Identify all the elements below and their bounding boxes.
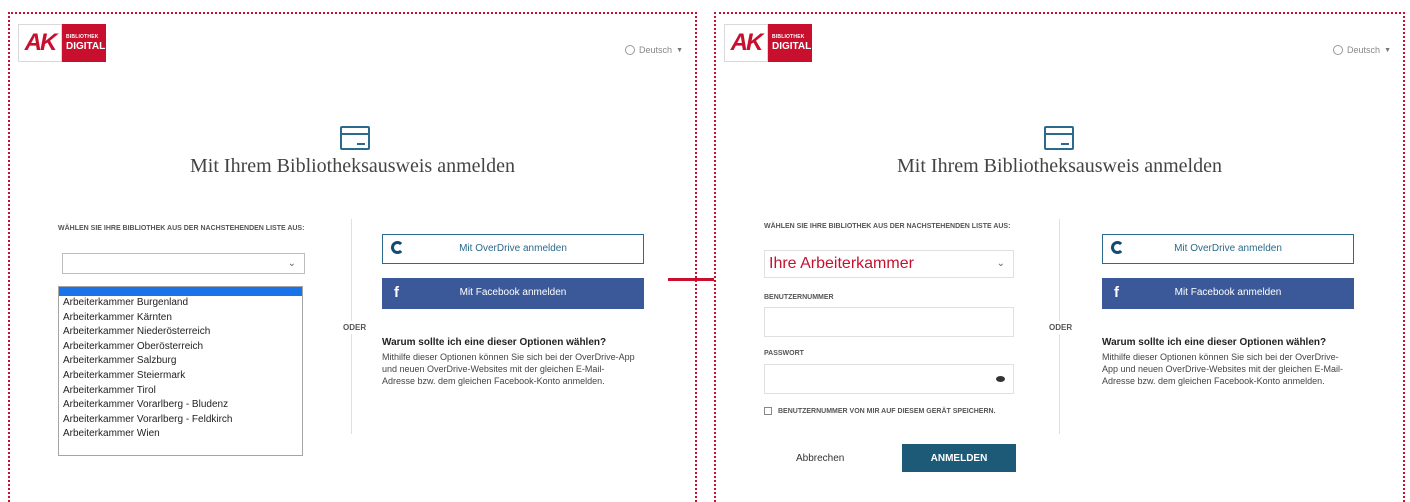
library-option[interactable]: Arbeiterkammer Steiermark — [59, 369, 302, 384]
logo-small-text: BIBLIOTHEK — [66, 34, 99, 40]
or-label: ODER — [1049, 321, 1073, 334]
library-option[interactable]: Arbeiterkammer Burgenland — [59, 296, 302, 311]
library-options: Arbeiterkammer Burgenland Arbeiterkammer … — [59, 296, 302, 442]
or-label: ODER — [343, 321, 367, 334]
why-options-text: Mithilfe dieser Optionen können Sie sich… — [382, 352, 635, 386]
chevron-down-icon: ▼ — [676, 46, 683, 54]
library-option[interactable]: Arbeiterkammer Niederösterreich — [59, 325, 302, 340]
ak-logo-text: AK — [24, 29, 58, 56]
user-number-label: BENUTZERNUMMER — [764, 294, 834, 301]
overdrive-login-button[interactable]: Mit OverDrive anmelden — [1102, 234, 1354, 264]
ak-logo-mark: AK — [18, 24, 62, 62]
overdrive-login-label: Mit OverDrive anmelden — [459, 243, 567, 254]
remember-label: BENUTZERNUMMER VON MIR AUF DIESEM GERÄT … — [778, 408, 996, 415]
chevron-down-icon: ⌄ — [996, 257, 1005, 269]
bibliothek-digital-logo: BIBLIOTHEK DIGITAL — [768, 24, 812, 62]
library-option[interactable]: Arbeiterkammer Wien — [59, 427, 302, 442]
page-title: Mit Ihrem Bibliotheksausweis anmelden — [190, 155, 515, 177]
screen-right-login-form: AK BIBLIOTHEK DIGITAL Deutsch ▼ Mit Ihre… — [714, 12, 1405, 502]
language-label: Deutsch — [639, 45, 673, 55]
library-card-icon — [1044, 126, 1074, 150]
ak-logo[interactable]: AK BIBLIOTHEK DIGITAL — [724, 24, 812, 62]
globe-icon — [625, 45, 636, 55]
why-options-heading: Warum sollte ich eine dieser Optionen wä… — [1102, 337, 1327, 348]
library-select-value: Ihre Arbeiterkammer — [769, 255, 914, 272]
user-number-input[interactable] — [764, 307, 1014, 337]
overdrive-login-button[interactable]: Mit OverDrive anmelden — [382, 234, 644, 264]
dropdown-highlighted-option[interactable] — [59, 287, 302, 296]
library-select[interactable]: Ihre Arbeiterkammer ⌄ — [764, 250, 1014, 278]
language-selector[interactable]: Deutsch ▼ — [625, 45, 683, 55]
library-select[interactable]: ⌄ — [62, 253, 305, 274]
facebook-login-button[interactable]: f Mit Facebook anmelden — [382, 278, 644, 309]
chevron-down-icon: ▼ — [1384, 46, 1391, 54]
screen-left-dropdown-open: AK BIBLIOTHEK DIGITAL Deutsch ▼ Mit Ihre… — [8, 12, 697, 502]
ak-logo[interactable]: AK BIBLIOTHEK DIGITAL — [18, 24, 106, 62]
password-label: PASSWORT — [764, 350, 804, 357]
library-option[interactable]: Arbeiterkammer Vorarlberg - Feldkirch — [59, 413, 302, 428]
library-dropdown-list: Arbeiterkammer Burgenland Arbeiterkammer … — [58, 286, 303, 456]
why-options-text: Mithilfe dieser Optionen können Sie sich… — [1102, 352, 1343, 386]
cancel-button[interactable]: Abbrechen — [796, 453, 844, 464]
library-option[interactable]: Arbeiterkammer Kärnten — [59, 311, 302, 326]
remember-checkbox[interactable] — [764, 407, 772, 415]
ak-logo-text: AK — [730, 29, 764, 56]
globe-icon — [1333, 45, 1344, 55]
logo-small-text: BIBLIOTHEK — [772, 34, 805, 40]
facebook-login-label: Mit Facebook anmelden — [459, 287, 567, 298]
facebook-login-button[interactable]: f Mit Facebook anmelden — [1102, 278, 1354, 309]
bibliothek-digital-logo: BIBLIOTHEK DIGITAL — [62, 24, 106, 62]
eye-icon[interactable] — [996, 376, 1005, 382]
library-select-label: WÄHLEN SIE IHRE BIBLIOTHEK AUS DER NACHS… — [58, 225, 305, 232]
password-input[interactable] — [764, 364, 1014, 394]
why-options-heading: Warum sollte ich eine dieser Optionen wä… — [382, 337, 607, 348]
page-title: Mit Ihrem Bibliotheksausweis anmelden — [897, 155, 1222, 177]
library-select-label: WÄHLEN SIE IHRE BIBLIOTHEK AUS DER NACHS… — [764, 223, 1011, 230]
logo-big-text: DIGITAL — [66, 41, 106, 52]
facebook-login-label: Mit Facebook anmelden — [1174, 287, 1282, 298]
library-option[interactable]: Arbeiterkammer Oberösterreich — [59, 340, 302, 355]
ak-logo-mark: AK — [724, 24, 768, 62]
chevron-down-icon: ⌄ — [287, 257, 296, 269]
language-label: Deutsch — [1347, 45, 1381, 55]
login-submit-button[interactable]: ANMELDEN — [902, 444, 1016, 472]
library-option[interactable]: Arbeiterkammer Tirol — [59, 384, 302, 399]
library-option[interactable]: Arbeiterkammer Salzburg — [59, 354, 302, 369]
language-selector[interactable]: Deutsch ▼ — [1333, 45, 1391, 55]
library-option[interactable]: Arbeiterkammer Vorarlberg - Bludenz — [59, 398, 302, 413]
overdrive-login-label: Mit OverDrive anmelden — [1174, 243, 1282, 254]
logo-big-text: DIGITAL — [772, 41, 812, 52]
library-card-icon — [340, 126, 370, 150]
